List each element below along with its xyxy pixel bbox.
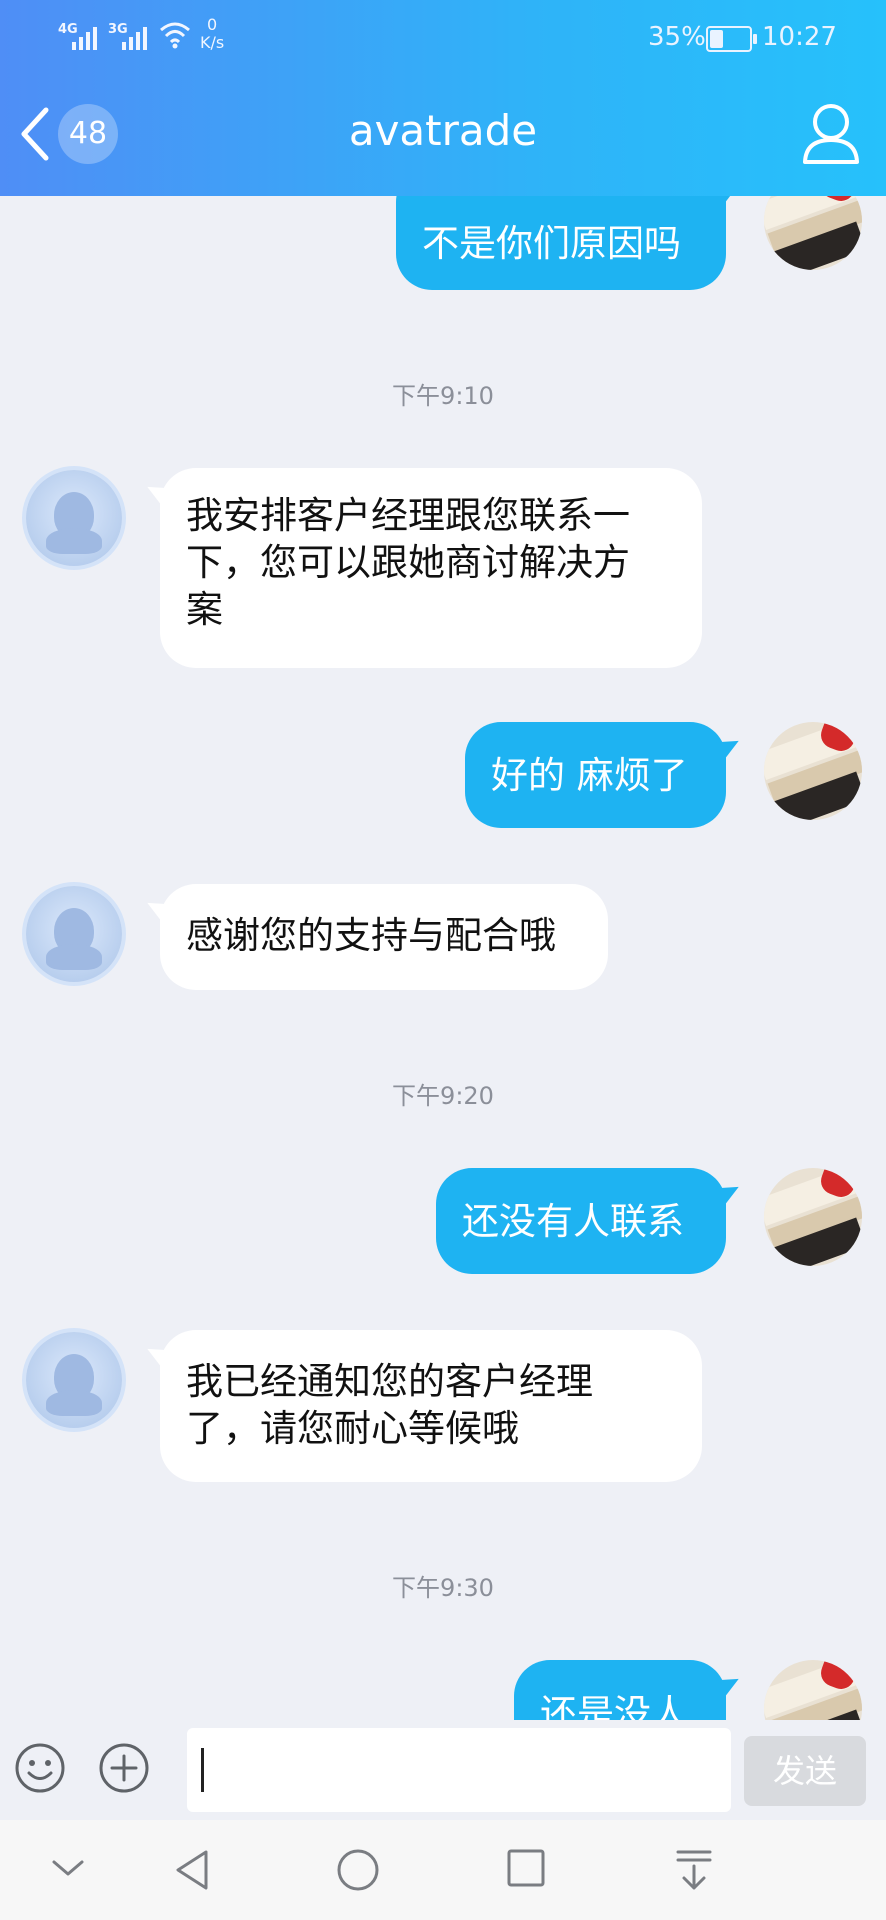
send-button[interactable]: 发送 bbox=[744, 1736, 866, 1806]
my-avatar[interactable] bbox=[764, 722, 862, 820]
battery-icon bbox=[706, 26, 757, 52]
timestamp: 下午9:10 bbox=[392, 382, 494, 410]
incoming-message[interactable]: 我安排客户经理跟您联系一 下，您可以跟她商讨解决方 案 bbox=[142, 468, 702, 668]
system-nav-bar bbox=[0, 1820, 886, 1920]
wifi-icon bbox=[160, 22, 190, 49]
chat-header: 4G 3G 0 K/s 35% 10:27 48 avatrade bbox=[0, 0, 886, 196]
plus-icon[interactable] bbox=[98, 1742, 150, 1794]
outgoing-message[interactable]: 还是没人 bbox=[514, 1660, 744, 1720]
agent-avatar[interactable] bbox=[26, 470, 122, 566]
status-bar: 4G 3G 0 K/s 35% 10:27 bbox=[0, 0, 886, 70]
chat-title: avatrade bbox=[348, 106, 538, 155]
message-text: 好的 麻烦了 bbox=[491, 753, 688, 797]
my-avatar[interactable] bbox=[764, 196, 862, 270]
incoming-message[interactable]: 我已经通知您的客户经理 了，请您耐心等候哦 bbox=[142, 1330, 702, 1482]
battery-fill bbox=[710, 30, 723, 48]
sim2-signal-icon bbox=[122, 22, 147, 50]
message-text-line: 我已经通知您的客户经理 bbox=[186, 1360, 593, 1403]
message-text-line: 下，您可以跟她商讨解决方 bbox=[186, 541, 630, 584]
message-text-line: 案 bbox=[186, 588, 223, 631]
chevron-down-icon[interactable] bbox=[50, 1856, 86, 1880]
message-text-line: 我安排客户经理跟您联系一 bbox=[186, 494, 630, 537]
home-circle-icon[interactable] bbox=[336, 1848, 380, 1892]
agent-avatar[interactable] bbox=[26, 1332, 122, 1428]
message-text-line: 了，请您耐心等候哦 bbox=[186, 1407, 519, 1450]
sim1-signal-icon bbox=[72, 22, 97, 50]
message-text: 还是没人 bbox=[540, 1692, 688, 1720]
message-text: 不是你们原因吗 bbox=[422, 221, 681, 265]
outgoing-message[interactable]: 不是你们原因吗 bbox=[396, 196, 744, 290]
timestamp: 下午9:30 bbox=[392, 1574, 494, 1602]
network-speed-unit: K/s bbox=[200, 33, 225, 52]
recents-square-icon[interactable] bbox=[506, 1848, 546, 1888]
message-list[interactable]: 不是你们原因吗 下午9:10 我安排客户经理跟您联系一 下，您可以跟她商讨解决方… bbox=[0, 196, 886, 1720]
status-clock: 10:27 bbox=[762, 22, 837, 52]
person-icon[interactable] bbox=[800, 100, 862, 166]
battery-percent: 35% bbox=[648, 22, 706, 52]
incoming-message[interactable]: 感谢您的支持与配合哦 bbox=[142, 884, 608, 990]
emoji-icon[interactable] bbox=[14, 1742, 66, 1794]
text-caret bbox=[201, 1748, 204, 1792]
pull-down-icon[interactable] bbox=[674, 1848, 714, 1892]
network-speed-value: 0 bbox=[207, 15, 218, 34]
back-triangle-icon[interactable] bbox=[172, 1848, 212, 1892]
message-text: 感谢您的支持与配合哦 bbox=[186, 914, 556, 957]
my-avatar[interactable] bbox=[764, 1168, 862, 1266]
message-input[interactable] bbox=[187, 1728, 731, 1812]
input-bar: 发送 bbox=[0, 1720, 886, 1820]
agent-avatar[interactable] bbox=[26, 886, 122, 982]
my-avatar[interactable] bbox=[764, 1660, 862, 1720]
timestamp: 下午9:20 bbox=[392, 1082, 494, 1110]
network-speed: 0 K/s bbox=[200, 16, 224, 52]
outgoing-message[interactable]: 好的 麻烦了 bbox=[465, 722, 744, 828]
outgoing-message[interactable]: 还没有人联系 bbox=[436, 1168, 744, 1274]
message-text: 还没有人联系 bbox=[462, 1199, 684, 1243]
